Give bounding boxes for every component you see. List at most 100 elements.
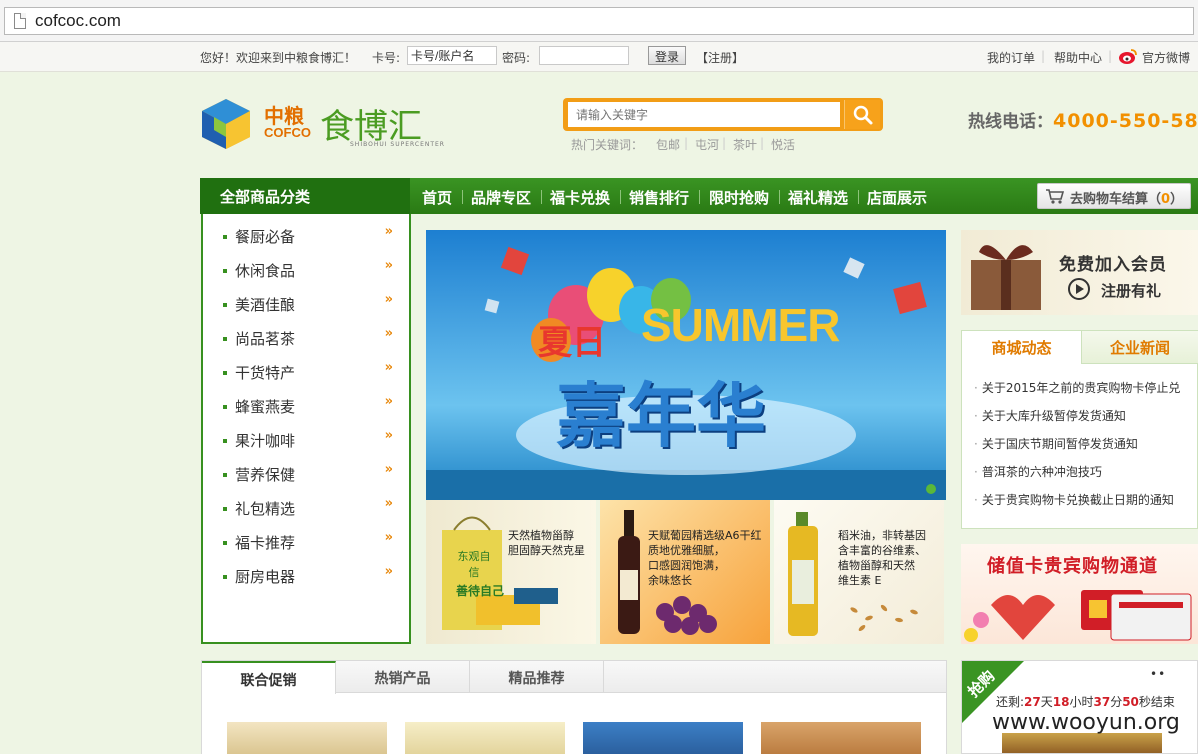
cart-count: 0: [1161, 192, 1171, 207]
bullet: [223, 439, 227, 443]
cart-checkout-button[interactable]: 去购物车结算（0）: [1037, 183, 1191, 209]
tab-company-news[interactable]: 企业新闻: [1082, 331, 1198, 364]
news-item[interactable]: 关于贵宾购物卡兑换截止日期的通知: [974, 491, 1196, 508]
countdown-days: 27: [1024, 695, 1041, 709]
category-item[interactable]: 蜂蜜燕麦 »: [223, 394, 393, 430]
hot-keyword[interactable]: 包邮: [656, 136, 680, 153]
nav-divider: [779, 190, 780, 204]
hot-keywords-label: 热门关键词：: [571, 138, 644, 152]
nav-flash-sale[interactable]: 限时抢购: [709, 187, 769, 208]
double-chevron-right-icon: »: [384, 224, 393, 239]
category-item[interactable]: 福卡推荐 »: [223, 530, 393, 566]
tile-line: 天然植物甾醇: [508, 529, 574, 542]
nav-divider: [541, 190, 542, 204]
summer-carnival-banner[interactable]: 夏日 SUMMER 嘉年华: [426, 230, 946, 500]
promo-tile[interactable]: 天赋葡园精选级A6干红 质地优雅细腻， 口感圆润饱满， 余味悠长: [600, 500, 770, 644]
url-field[interactable]: cofcoc.com: [4, 7, 1194, 35]
tab-hot-products[interactable]: 热销产品: [336, 661, 470, 693]
hot-keyword[interactable]: 茶叶: [733, 136, 757, 153]
product-thumbnail[interactable]: [227, 722, 387, 754]
password-input[interactable]: [539, 46, 629, 65]
countdown-unit: 分: [1110, 695, 1123, 709]
nav-gift-selection[interactable]: 福礼精选: [788, 187, 848, 208]
tile-line: 维生素 E: [838, 574, 882, 587]
category-item[interactable]: 果汁咖啡 »: [223, 428, 393, 464]
news-item[interactable]: 关于国庆节期间暂停发货通知: [974, 435, 1196, 452]
tile-line: 含丰富的谷维素、: [838, 544, 926, 557]
logo-sub: SHIBOHUI SUPERCENTER: [350, 141, 445, 148]
news-item[interactable]: 普洱茶的六种冲泡技巧: [974, 463, 1196, 480]
category-item[interactable]: 干货特产 »: [223, 360, 393, 396]
nav-divider: [462, 190, 463, 204]
join-member-banner[interactable]: 免费加入会员 注册有礼: [961, 230, 1198, 315]
double-chevron-right-icon: »: [384, 564, 393, 579]
card-number-input[interactable]: [407, 46, 497, 65]
weibo-link[interactable]: 官方微博: [1142, 49, 1190, 66]
hot-keyword[interactable]: 悦活: [771, 136, 795, 153]
register-link[interactable]: 【注册】: [696, 49, 744, 66]
countdown-unit: 小时: [1069, 695, 1094, 709]
search-input[interactable]: [568, 102, 840, 127]
vip-card-banner[interactable]: 储值卡贵宾购物通道: [961, 544, 1198, 644]
product-thumbnail[interactable]: [761, 722, 921, 754]
login-button[interactable]: 登录: [648, 46, 687, 65]
tab-mall-news[interactable]: 商城动态: [962, 331, 1082, 364]
double-chevron-right-icon: »: [384, 360, 393, 375]
nav-store-display[interactable]: 店面展示: [867, 187, 927, 208]
tab-featured[interactable]: 精品推荐: [470, 661, 604, 693]
news-panel: 商城动态 企业新闻 关于2015年之前的贵宾购物卡停止兑 关于大库升级暂停发货通…: [961, 330, 1198, 529]
banner-title-cn-1: 夏日: [538, 323, 606, 363]
news-item[interactable]: 关于2015年之前的贵宾购物卡停止兑: [974, 379, 1196, 396]
category-item[interactable]: 礼包精选 »: [223, 496, 393, 532]
tile-box-text: 善待自己: [456, 584, 505, 598]
card-banner-graphic: [964, 590, 1192, 642]
promo-tile[interactable]: 稻米油，非转基因 含丰富的谷维素、 植物甾醇和天然 维生素 E: [774, 500, 944, 644]
category-item[interactable]: 美酒佳酿 »: [223, 292, 393, 328]
tab-joint-promotion[interactable]: 联合促销: [202, 661, 336, 694]
tile-graphic: [442, 516, 558, 630]
countdown-timer: 还剩:27天18小时37分50秒结束: [996, 693, 1175, 710]
all-categories-header[interactable]: 全部商品分类: [200, 178, 410, 214]
hotline: 热线电话：4000-550-580: [968, 107, 1198, 132]
category-label: 果汁咖啡: [235, 432, 296, 450]
carousel-indicator[interactable]: [926, 484, 936, 494]
category-label: 餐厨必备: [235, 228, 296, 246]
countdown-seconds: 50: [1122, 695, 1139, 709]
help-center-link[interactable]: 帮助中心: [1054, 49, 1102, 66]
nav-home[interactable]: 首页: [422, 187, 452, 208]
product-thumbnail[interactable]: [583, 722, 743, 754]
hotline-label: 热线电话：: [968, 112, 1053, 132]
category-item[interactable]: 餐厨必备 »: [223, 224, 393, 260]
banner-title-en: SUMMER: [641, 299, 840, 351]
nav-brands[interactable]: 品牌专区: [471, 187, 531, 208]
category-item[interactable]: 营养保健 »: [223, 462, 393, 498]
url-text[interactable]: cofcoc.com: [35, 11, 121, 31]
category-item[interactable]: 厨房电器 »: [223, 564, 393, 600]
news-item[interactable]: 关于大库升级暂停发货通知: [974, 407, 1196, 424]
carousel-dots[interactable]: ••: [1150, 667, 1166, 681]
category-label: 休闲食品: [235, 262, 296, 280]
tile-side-text: 东观自信: [457, 550, 491, 579]
countdown-hours: 18: [1052, 695, 1070, 709]
double-chevron-right-icon: »: [384, 258, 393, 273]
bullet: [223, 269, 227, 273]
category-label: 礼包精选: [235, 500, 296, 518]
nav-card-exchange[interactable]: 福卡兑换: [550, 187, 610, 208]
category-item[interactable]: 尚品茗茶 »: [223, 326, 393, 362]
category-label: 蜂蜜燕麦: [235, 398, 296, 416]
nav-sales-ranking[interactable]: 销售排行: [629, 187, 689, 208]
category-item[interactable]: 休闲食品 »: [223, 258, 393, 294]
flash-sale-product-image[interactable]: [1002, 733, 1162, 753]
weibo-icon[interactable]: [1118, 47, 1138, 65]
bullet: [223, 575, 227, 579]
my-orders-link[interactable]: 我的订单: [987, 49, 1035, 66]
product-thumbnail[interactable]: [405, 722, 565, 754]
category-label: 厨房电器: [235, 568, 296, 586]
tile-line: 胆固醇天然克星: [508, 544, 585, 557]
hot-keyword[interactable]: 屯河: [695, 136, 719, 153]
countdown-unit: 天: [1040, 695, 1053, 709]
promo-tile[interactable]: 东观自信 善待自己 天然植物甾醇 胆固醇天然克星: [426, 500, 596, 644]
search-button[interactable]: [844, 100, 880, 129]
cofco-logo[interactable]: 中粮 COFCO 食博汇 SHIBOHUI SUPERCENTER: [200, 97, 450, 153]
divider: |: [1108, 49, 1113, 63]
